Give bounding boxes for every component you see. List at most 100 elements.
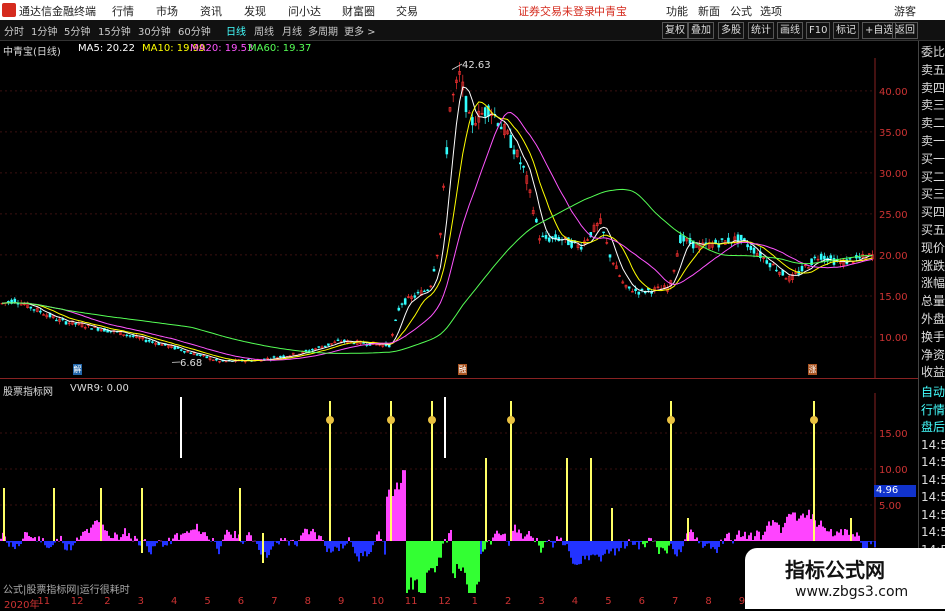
login-status[interactable]: 证券交易未登录 xyxy=(518,3,595,19)
period-tick[interactable]: 分时 xyxy=(4,23,24,38)
indicator-bar xyxy=(638,541,640,549)
indicator-bar xyxy=(410,541,412,577)
sidebar-item[interactable]: 买五 xyxy=(921,223,945,237)
sidebar-item[interactable]: 换手 xyxy=(921,330,945,344)
sidebar-item[interactable]: 14:5 xyxy=(921,508,945,522)
marker-jie[interactable]: 解 xyxy=(73,364,82,375)
indicator-bar xyxy=(472,541,474,593)
mark-button[interactable]: 标记 xyxy=(833,22,859,39)
sidebar-item[interactable]: 行情 xyxy=(921,403,945,417)
overlay-button[interactable]: 叠加 xyxy=(688,22,714,39)
indicator-bar xyxy=(168,538,170,541)
menu-discover[interactable]: 发现 xyxy=(244,3,266,19)
menu-trade[interactable]: 交易 xyxy=(396,3,418,19)
period-60min[interactable]: 60分钟 xyxy=(178,23,211,38)
indicator-bar xyxy=(576,541,578,565)
indicator-bar xyxy=(62,541,64,543)
adjust-button[interactable]: 复权 xyxy=(662,22,688,39)
sidebar-item[interactable]: 净资 xyxy=(921,348,945,362)
x-tick-label: 6 xyxy=(639,596,645,607)
sidebar-item[interactable]: 买一 xyxy=(921,152,945,166)
candle-body xyxy=(433,269,435,271)
sidebar-item[interactable]: 涨跌 xyxy=(921,259,945,273)
back-button[interactable]: 返回 xyxy=(892,22,918,39)
sidebar-item[interactable]: 14:5 xyxy=(921,490,945,504)
signal-dot-icon xyxy=(326,416,334,424)
sidebar-item[interactable]: 委比 xyxy=(921,45,945,59)
indicator-bar xyxy=(190,530,192,541)
period-30min[interactable]: 30分钟 xyxy=(138,23,171,38)
indicator-bar xyxy=(416,541,418,579)
sidebar-item[interactable]: 14:5 xyxy=(921,525,945,539)
marker-rong[interactable]: 融 xyxy=(458,364,467,375)
f10-button[interactable]: F10 xyxy=(806,22,830,39)
sidebar-item[interactable]: 卖五 xyxy=(921,63,945,77)
candle-body xyxy=(638,292,640,294)
period-daily[interactable]: 日线 xyxy=(226,23,246,38)
indicator-bar xyxy=(450,530,452,541)
menu-news[interactable]: 资讯 xyxy=(200,3,222,19)
period-monthly[interactable]: 月线 xyxy=(282,23,302,38)
period-multi[interactable]: 多周期 xyxy=(308,23,338,38)
sidebar-item[interactable]: 卖三 xyxy=(921,98,945,112)
signal-dot-icon xyxy=(428,416,436,424)
candle-body xyxy=(427,290,429,291)
kline-chart[interactable]: 40.0035.0030.0025.0020.0015.0010.00 42.6… xyxy=(0,58,918,378)
period-15min[interactable]: 15分钟 xyxy=(98,23,131,38)
menu-quote[interactable]: 行情 xyxy=(112,3,134,19)
guest-label[interactable]: 游客 xyxy=(894,3,916,19)
indicator-bar xyxy=(256,541,258,544)
menu-formula[interactable]: 公式 xyxy=(730,3,752,19)
sidebar-item[interactable]: 卖一 xyxy=(921,134,945,148)
sidebar-item[interactable]: 收益 xyxy=(921,365,945,379)
indicator-bar xyxy=(796,521,798,541)
sidebar-item[interactable]: 卖四 xyxy=(921,81,945,95)
sidebar-item[interactable]: 14:5 xyxy=(921,438,945,452)
indicator-bar xyxy=(448,533,450,541)
candle-body xyxy=(311,349,313,350)
pane-divider[interactable] xyxy=(0,378,918,379)
indicator-bar xyxy=(484,541,486,549)
menu-ask[interactable]: 问小达 xyxy=(288,3,321,19)
period-more[interactable]: 更多 > xyxy=(344,23,376,38)
stats-button[interactable]: 统计 xyxy=(748,22,774,39)
sidebar-item[interactable]: 盘后 xyxy=(921,420,945,434)
menu-new-page[interactable]: 新面 xyxy=(698,3,720,19)
x-tick-label: 2 xyxy=(505,596,511,607)
sidebar-item[interactable]: 买四 xyxy=(921,205,945,219)
indicator-bar xyxy=(344,541,346,545)
sidebar-item[interactable]: 买二 xyxy=(921,170,945,184)
indicator-bar xyxy=(550,541,552,542)
sidebar-item[interactable]: 总量 xyxy=(921,294,945,308)
sidebar-item[interactable]: 14:5 xyxy=(921,455,945,469)
candle-body xyxy=(484,108,486,117)
marker-zhang[interactable]: 涨 xyxy=(808,364,817,375)
sidebar-item[interactable]: 现价 xyxy=(921,241,945,255)
indicator-bar xyxy=(130,539,132,541)
menu-market[interactable]: 市场 xyxy=(156,3,178,19)
menu-wealth[interactable]: 财富圈 xyxy=(342,3,375,19)
indicator-bar xyxy=(508,541,510,546)
indicator-bar xyxy=(170,541,172,544)
indicator-bar xyxy=(264,541,266,552)
sidebar-item[interactable]: 卖二 xyxy=(921,116,945,130)
draw-button[interactable]: 画线 xyxy=(777,22,803,39)
menu-function[interactable]: 功能 xyxy=(666,3,688,19)
menu-options[interactable]: 选项 xyxy=(760,3,782,19)
sidebar-item[interactable]: 14:5 xyxy=(921,473,945,487)
indicator-bar xyxy=(366,541,368,556)
indicator-bar xyxy=(608,541,610,554)
period-5min[interactable]: 5分钟 xyxy=(64,23,90,38)
sidebar-item[interactable]: 涨幅 xyxy=(921,276,945,290)
indicator-bar xyxy=(122,534,124,541)
period-1min[interactable]: 1分钟 xyxy=(31,23,57,38)
indicator-bar xyxy=(540,541,542,553)
sidebar-item[interactable]: 买三 xyxy=(921,187,945,201)
indicator-bar xyxy=(486,541,488,542)
sidebar-item[interactable]: 自动 xyxy=(921,385,945,399)
multi-stock-button[interactable]: 多股 xyxy=(718,22,744,39)
sidebar-item[interactable]: 外盘 xyxy=(921,312,945,326)
indicator-bar xyxy=(206,536,208,541)
indicator-bar xyxy=(844,529,846,541)
period-weekly[interactable]: 周线 xyxy=(254,23,274,38)
